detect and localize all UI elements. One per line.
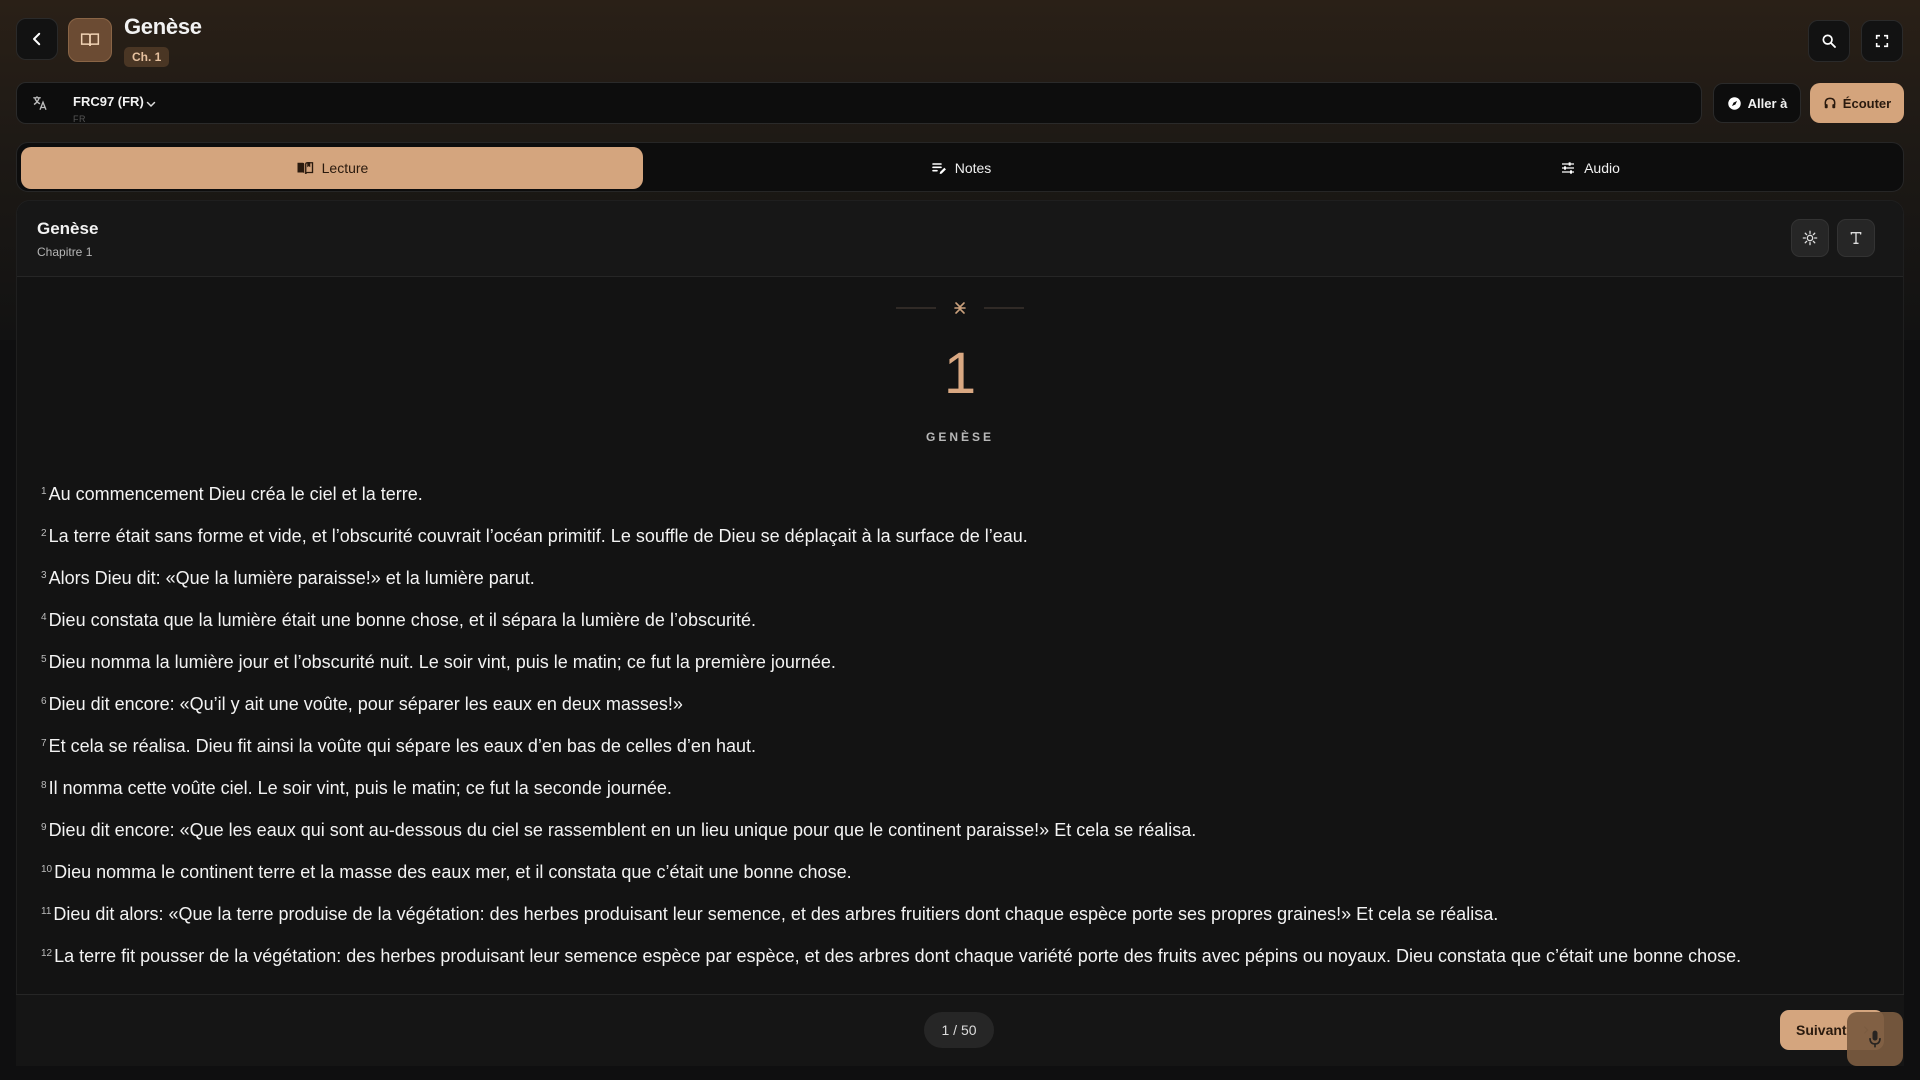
verse-number: 5 (41, 654, 47, 665)
verse-number: 4 (41, 612, 47, 623)
book-selector-button[interactable] (68, 18, 112, 62)
verse-number: 7 (41, 738, 47, 749)
compass-icon (1727, 96, 1741, 110)
verse-number: 1 (41, 486, 47, 497)
verse-text: Dieu dit alors: «Que la terre produise d… (53, 904, 1499, 924)
book-label: GENÈSE (925, 430, 994, 444)
verse-text: Dieu constata que la lumière était une b… (48, 610, 756, 630)
text-icon (1850, 232, 1862, 244)
chapter-ornament (896, 302, 1024, 314)
reader-tabs: Lecture Notes Audio (16, 142, 1904, 192)
verse: 7 Et cela se réalisa. Dieu fit ainsi la v… (41, 736, 1881, 778)
verse: 3 Alors Dieu dit: «Que la lumière paraiss… (41, 568, 1881, 610)
verse-number: 2 (41, 528, 47, 539)
verse: 9 Dieu dit encore: «Que les eaux qui sont… (41, 820, 1881, 862)
verse-number: 11 (41, 906, 52, 917)
sliders-icon (1562, 162, 1575, 174)
fullscreen-icon (1875, 34, 1889, 48)
tab-notes-label: Notes (954, 160, 992, 176)
microphone-icon (1869, 1030, 1881, 1048)
verse-text: Il nomma cette voûte ciel. Le soir vint,… (48, 778, 672, 798)
page-indicator: 1 / 50 (924, 1012, 994, 1048)
theme-toggle-button[interactable] (1791, 219, 1829, 257)
back-button[interactable] (16, 18, 58, 60)
tab-audio-label: Audio (1584, 160, 1620, 176)
search-icon (1822, 34, 1836, 48)
tab-notes[interactable]: Notes (650, 147, 1272, 189)
verse: 12 La terre fit pousser de la végétation:… (41, 946, 1881, 988)
page-title: Genèse (124, 14, 202, 39)
verse: 6 Dieu dit encore: «Qu’il y ait une voûte… (41, 694, 1881, 736)
voice-button[interactable] (1847, 1012, 1903, 1066)
chevron-down-icon (146, 101, 156, 108)
version-name: FRC97 (FR) (73, 94, 144, 109)
verse-text: Dieu nomma la lumière jour et l’obscurit… (48, 652, 836, 672)
verse-text: Au commencement Dieu créa le ciel et la … (48, 484, 423, 504)
verse: 11 Dieu dit alors: «Que la terre produise… (41, 904, 1881, 946)
verse: 1 Au commencement Dieu créa le ciel et la… (41, 484, 1881, 526)
tab-audio[interactable]: Audio (1279, 147, 1901, 189)
verse-number: 3 (41, 570, 47, 581)
fullscreen-button[interactable] (1861, 20, 1903, 62)
sun-icon (1802, 230, 1818, 246)
tab-lecture-label: Lecture (321, 160, 369, 176)
reader-chapter-label: Chapitre 1 (37, 245, 93, 259)
verse-text: Dieu dit encore: «Que les eaux qui sont … (48, 820, 1197, 840)
chevron-left-icon (33, 32, 41, 46)
verse: 8 Il nomma cette voûte ciel. Le soir vint… (41, 778, 1881, 820)
verse-text: Alors Dieu dit: «Que la lumière paraisse… (48, 568, 535, 588)
translate-icon (33, 96, 47, 111)
verse: 4 Dieu constata que la lumière était une … (41, 610, 1881, 652)
verse-text: Et cela se réalisa. Dieu fit ainsi la vo… (48, 736, 756, 756)
headphones-icon (1824, 97, 1836, 109)
verse-text: La terre était sans forme et vide, et l’… (48, 526, 1028, 546)
version-selector[interactable]: FRC97 (FR) FR (16, 82, 1702, 124)
reader-book-title: Genèse (37, 219, 99, 238)
verse-list: 1 Au commencement Dieu créa le ciel et la… (41, 484, 1881, 988)
verse-number: 10 (41, 864, 53, 875)
font-size-button[interactable] (1837, 219, 1875, 257)
verse-number: 12 (41, 948, 53, 959)
goto-label: Aller à (1747, 95, 1788, 111)
verse-number: 9 (41, 822, 47, 833)
book-open-icon (80, 33, 100, 46)
reader-header: Genèse Chapitre 1 (17, 201, 1903, 277)
verse: 2 La terre était sans forme et vide, et l… (41, 526, 1881, 568)
chapter-badge: Ch. 1 (124, 47, 170, 67)
search-button[interactable] (1808, 20, 1850, 62)
verse-number: 6 (41, 696, 47, 707)
verse-number: 8 (41, 780, 47, 791)
verse-text: Dieu dit encore: «Qu’il y ait une voûte,… (48, 694, 683, 714)
version-language: FR (73, 114, 86, 124)
verse: 10 Dieu nomma le continent terre et la ma… (41, 862, 1881, 904)
goto-button[interactable]: Aller à (1713, 83, 1801, 123)
verse-text: La terre fit pousser de la végétation: d… (54, 946, 1742, 966)
tab-lecture[interactable]: Lecture (21, 147, 643, 189)
listen-label: Écouter (1842, 95, 1892, 111)
verse: 5 Dieu nomma la lumière jour et l’obscuri… (41, 652, 1881, 694)
chapter-number: 1 (943, 341, 977, 406)
listen-button[interactable]: Écouter (1810, 83, 1904, 123)
notes-icon (931, 163, 946, 174)
next-label: Suivant (1796, 1022, 1847, 1038)
book-read-icon (297, 162, 313, 175)
verse-text: Dieu nomma le continent terre et la mass… (54, 862, 852, 882)
